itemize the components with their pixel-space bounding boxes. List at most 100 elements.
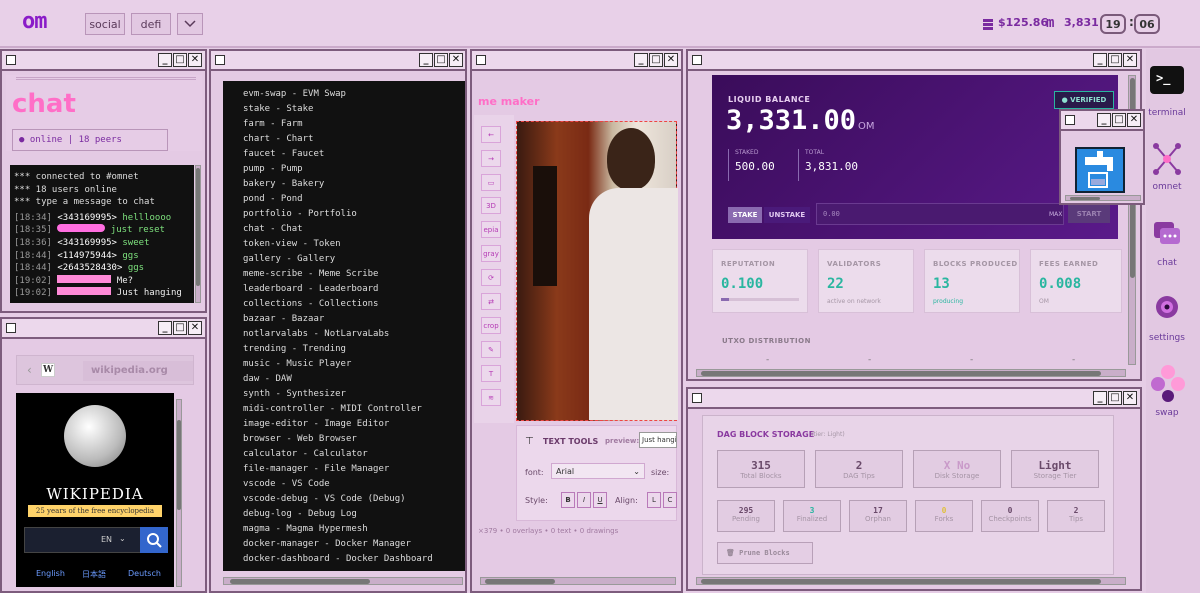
- meme-titlebar[interactable]: _ □ ✕: [472, 51, 681, 71]
- tool-rotate-icon[interactable]: ⟳: [481, 269, 501, 286]
- tool-text-icon[interactable]: T: [481, 365, 501, 382]
- minimize-button[interactable]: _: [1097, 113, 1111, 127]
- minimize-button[interactable]: _: [158, 321, 172, 335]
- window-menu-icon[interactable]: [1065, 115, 1075, 125]
- max-button[interactable]: MAX: [1049, 211, 1062, 218]
- sidebar-item-omnet[interactable]: omnet: [1148, 182, 1186, 192]
- window-menu-icon[interactable]: [692, 55, 702, 65]
- close-button[interactable]: ✕: [188, 321, 202, 335]
- tool-sepia-button[interactable]: epia: [481, 221, 501, 238]
- window-menu-icon[interactable]: [215, 55, 225, 65]
- tool-crop-button[interactable]: crop: [481, 317, 501, 334]
- tool-draw-icon[interactable]: ✎: [481, 341, 501, 358]
- align-left-button[interactable]: L: [647, 492, 661, 508]
- chat-icon[interactable]: [1152, 220, 1182, 248]
- close-button[interactable]: ✕: [188, 53, 202, 67]
- window-menu-icon[interactable]: [6, 55, 16, 65]
- minimize-button[interactable]: _: [634, 53, 648, 67]
- dag-titlebar[interactable]: _ □ ✕: [688, 389, 1140, 409]
- browser-titlebar[interactable]: _ □ ✕: [2, 319, 205, 339]
- terminal-line: trending - Trending: [243, 344, 346, 354]
- tab-social[interactable]: social: [85, 13, 125, 35]
- chevron-down-icon[interactable]: [177, 13, 203, 35]
- close-button[interactable]: ✕: [664, 53, 678, 67]
- stake-amount-input[interactable]: 0.00 MAX: [816, 203, 1064, 225]
- terminal-line: synth - Synthesizer: [243, 389, 346, 399]
- minimize-button[interactable]: _: [419, 53, 433, 67]
- chat-scrollbar[interactable]: [195, 165, 201, 303]
- chat-log[interactable]: *** connected to #omnet *** 18 users onl…: [10, 165, 194, 303]
- lang-link-japanese[interactable]: 日本語: [82, 569, 106, 580]
- settings-icon[interactable]: [1152, 292, 1182, 322]
- maximize-button[interactable]: □: [1108, 391, 1122, 405]
- tool-gray-button[interactable]: gray: [481, 245, 501, 262]
- close-button[interactable]: ✕: [449, 53, 463, 67]
- swap-icon[interactable]: [1150, 364, 1186, 402]
- faucet-titlebar[interactable]: _ □ ✕: [1061, 111, 1143, 131]
- network-icon[interactable]: [1152, 142, 1182, 176]
- maximize-button[interactable]: □: [649, 53, 663, 67]
- search-button[interactable]: [140, 527, 168, 553]
- faucet-hscrollbar[interactable]: [1065, 195, 1141, 201]
- minimize-button[interactable]: _: [1093, 53, 1107, 67]
- lang-link-english[interactable]: English: [36, 569, 65, 578]
- tool-flip-icon[interactable]: ⇄: [481, 293, 501, 310]
- dag-hscrollbar[interactable]: [696, 577, 1126, 585]
- close-button[interactable]: ✕: [1123, 53, 1137, 67]
- sidebar-item-settings[interactable]: settings: [1144, 333, 1190, 343]
- maximize-button[interactable]: □: [1108, 53, 1122, 67]
- stake-tab-button[interactable]: STAKE: [728, 207, 762, 223]
- meme-hscrollbar[interactable]: [480, 577, 676, 585]
- tool-redo-icon[interactable]: →: [481, 150, 501, 167]
- terminal-output[interactable]: terminal - Terminalevm-swap - EVM Swapst…: [223, 81, 465, 571]
- prune-blocks-button[interactable]: 🗑 Prune Blocks: [717, 542, 813, 564]
- language-select[interactable]: EN: [101, 535, 112, 544]
- terminal-hscrollbar[interactable]: [223, 577, 463, 585]
- window-menu-icon[interactable]: [692, 393, 702, 403]
- sidebar-item-chat[interactable]: chat: [1148, 258, 1186, 268]
- minimize-button[interactable]: _: [1093, 391, 1107, 405]
- maximize-button[interactable]: □: [1112, 113, 1126, 127]
- minimize-button[interactable]: _: [158, 53, 172, 67]
- unstake-tab-button[interactable]: UNSTAKE: [764, 207, 810, 223]
- font-select[interactable]: Arial ⌄: [551, 463, 645, 479]
- tool-undo-icon[interactable]: ←: [481, 126, 501, 143]
- chat-titlebar[interactable]: _ □ ✕: [2, 51, 205, 71]
- chevron-down-icon: ⌄: [119, 534, 126, 543]
- wiki-search-input[interactable]: EN ⌄: [24, 527, 144, 553]
- stake-hscrollbar[interactable]: [696, 369, 1126, 377]
- close-button[interactable]: ✕: [1123, 391, 1137, 405]
- clock-minute: 06: [1134, 14, 1160, 34]
- window-menu-icon[interactable]: [476, 55, 486, 65]
- stake-titlebar[interactable]: _ □ ✕: [688, 51, 1140, 71]
- tool-folder-icon[interactable]: ▭: [481, 174, 501, 191]
- lang-link-deutsch[interactable]: Deutsch: [128, 569, 161, 578]
- italic-button[interactable]: I: [577, 492, 591, 508]
- browser-scrollbar[interactable]: [176, 399, 182, 587]
- maximize-button[interactable]: □: [434, 53, 448, 67]
- sidebar-item-swap[interactable]: swap: [1148, 408, 1186, 418]
- tool-layers-icon[interactable]: ≋: [481, 389, 501, 406]
- meme-canvas-image[interactable]: [516, 121, 678, 421]
- window-menu-icon[interactable]: [6, 323, 16, 333]
- underline-button[interactable]: U: [593, 492, 607, 508]
- app-logo[interactable]: om: [22, 9, 74, 37]
- start-button[interactable]: START: [1068, 205, 1110, 223]
- tab-defi[interactable]: defi: [131, 13, 171, 35]
- maximize-button[interactable]: □: [173, 53, 187, 67]
- tool-3d-button[interactable]: 3D: [481, 197, 501, 214]
- close-button[interactable]: ✕: [1127, 113, 1141, 127]
- stake-window: _ □ ✕ LIQUID BALANCE 3,331.00 OM ● VERIF…: [686, 49, 1142, 381]
- back-icon[interactable]: ‹: [27, 363, 32, 377]
- url-field[interactable]: wikipedia.org: [83, 361, 193, 381]
- sidebar-item-terminal[interactable]: terminal: [1144, 108, 1190, 118]
- terminal-icon[interactable]: >_: [1150, 66, 1184, 94]
- chat-message: [18:35] just reset: [14, 224, 165, 236]
- faucet-icon[interactable]: [1075, 147, 1125, 193]
- align-center-button[interactable]: C: [663, 492, 677, 508]
- terminal-titlebar[interactable]: _ □ ✕: [211, 51, 465, 71]
- bold-button[interactable]: B: [561, 492, 575, 508]
- preview-input[interactable]: Just hangi: [639, 432, 677, 448]
- maximize-button[interactable]: □: [173, 321, 187, 335]
- terminal-line: debug-log - Debug Log: [243, 509, 357, 519]
